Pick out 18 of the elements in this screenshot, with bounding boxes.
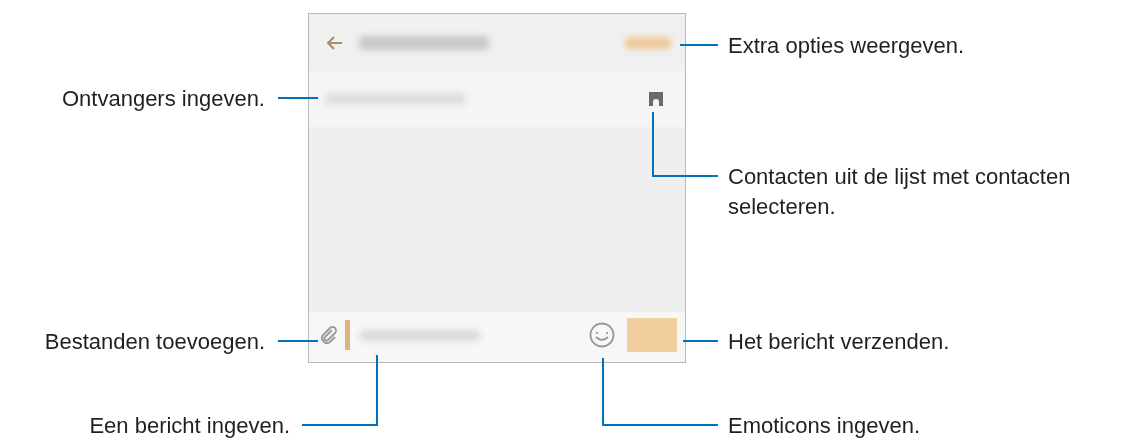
- leader-line: [682, 340, 719, 342]
- callout-label: Bestanden toevoegen.: [44, 328, 265, 356]
- callout-label: Ontvangers ingeven.: [61, 85, 265, 113]
- leader-line: [277, 97, 319, 99]
- text-cursor: [345, 320, 350, 350]
- emoji-icon[interactable]: [589, 322, 615, 348]
- callout-label: Extra opties weergeven.: [728, 32, 965, 60]
- message-field[interactable]: [360, 329, 480, 341]
- callout-label: Contacten uit de lijst met contacten selecteren.: [728, 163, 1072, 221]
- callout-label: Een bericht ingeven.: [89, 412, 290, 440]
- back-arrow-icon[interactable]: [327, 35, 343, 50]
- contact-icon[interactable]: [647, 90, 665, 108]
- leader-line: [652, 111, 719, 177]
- paperclip-icon[interactable]: [319, 325, 339, 345]
- callout-label: Emoticons ingeven.: [728, 412, 920, 440]
- leader-line: [277, 340, 319, 342]
- leader-line: [679, 44, 719, 46]
- callout-label: Het bericht verzenden.: [728, 328, 950, 356]
